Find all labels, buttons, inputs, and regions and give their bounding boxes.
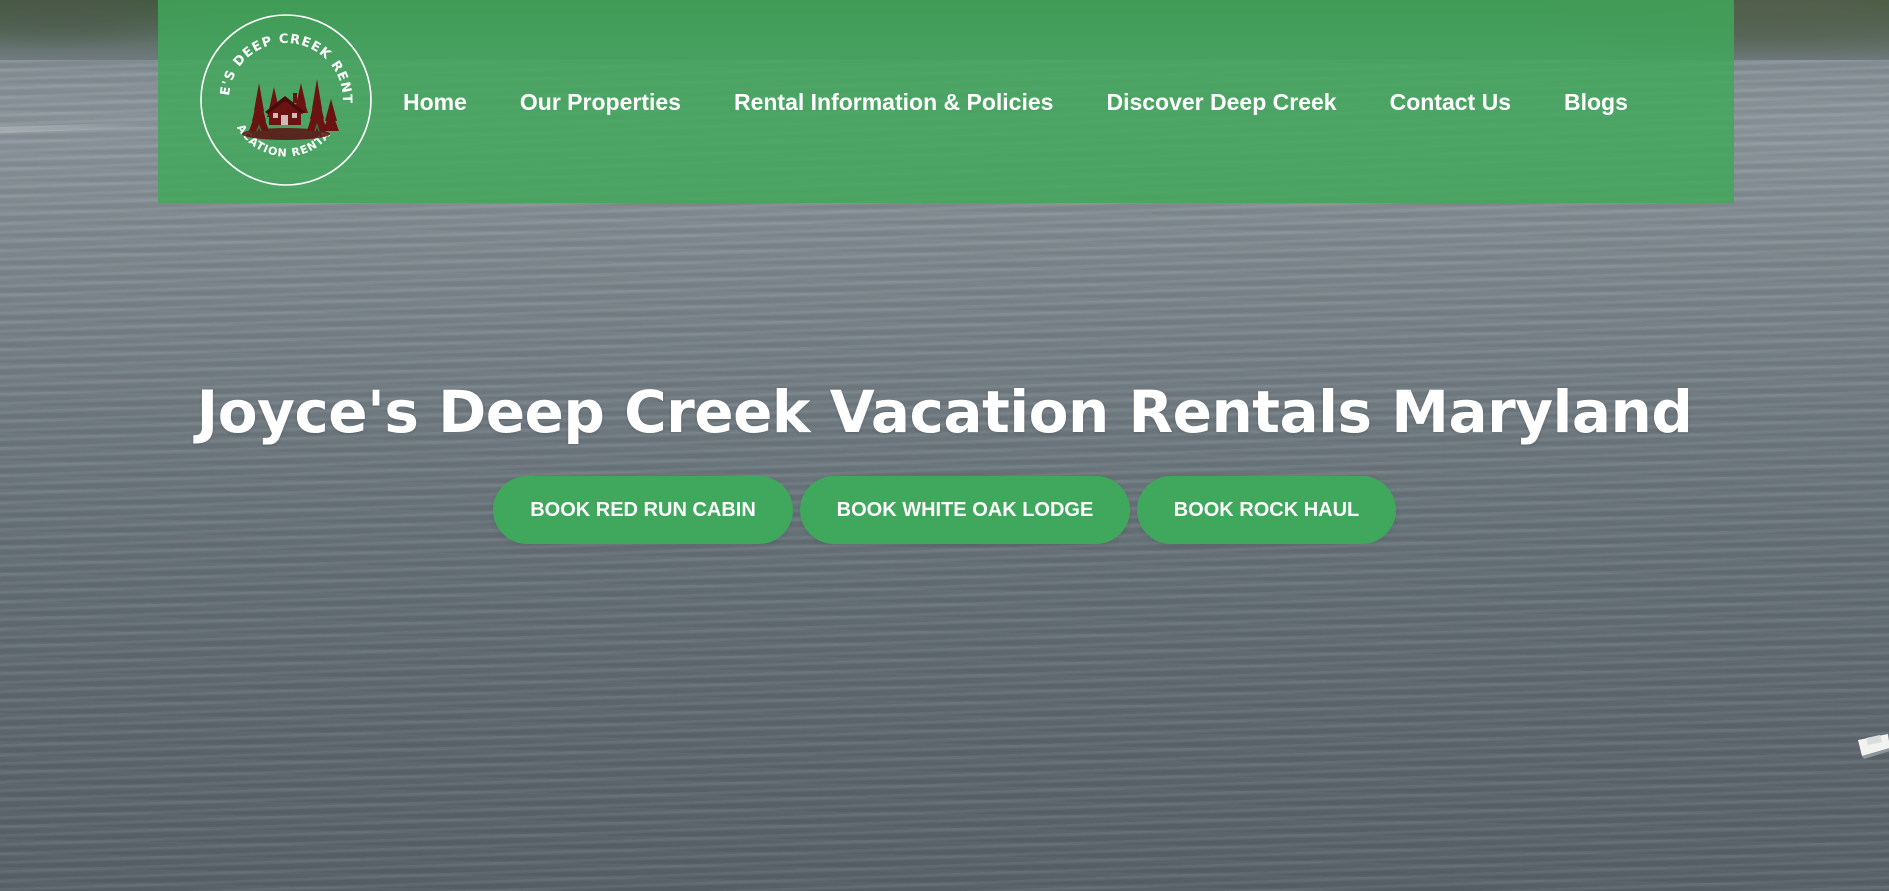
nav-item-blogs[interactable]: Blogs [1564, 82, 1628, 122]
cabin-logo-icon: JOYCE'S DEEP CREEK RENTALS VACATION RENT… [199, 13, 372, 186]
book-red-run-cabin-button[interactable]: BOOK RED RUN CABIN [493, 476, 793, 544]
boat-icon [1858, 734, 1889, 759]
booking-buttons: BOOK RED RUN CABIN BOOK WHITE OAK LODGE … [0, 476, 1889, 544]
nav-item-discover-deep-creek[interactable]: Discover Deep Creek [1106, 82, 1336, 122]
site-header: JOYCE'S DEEP CREEK RENTALS VACATION RENT… [158, 0, 1734, 203]
nav-item-contact-us[interactable]: Contact Us [1390, 82, 1511, 122]
nav-item-home[interactable]: Home [403, 82, 467, 122]
book-rock-haul-button[interactable]: BOOK ROCK HAUL [1137, 476, 1396, 544]
nav-item-our-properties[interactable]: Our Properties [520, 82, 681, 122]
site-logo[interactable]: JOYCE'S DEEP CREEK RENTALS VACATION RENT… [199, 13, 373, 187]
main-nav: Home Our Properties Rental Information &… [403, 82, 1628, 122]
book-white-oak-lodge-button[interactable]: BOOK WHITE OAK LODGE [800, 476, 1130, 544]
nav-item-rental-information-policies[interactable]: Rental Information & Policies [734, 82, 1054, 122]
hero-title: Joyce's Deep Creek Vacation Rentals Mary… [196, 378, 1693, 446]
